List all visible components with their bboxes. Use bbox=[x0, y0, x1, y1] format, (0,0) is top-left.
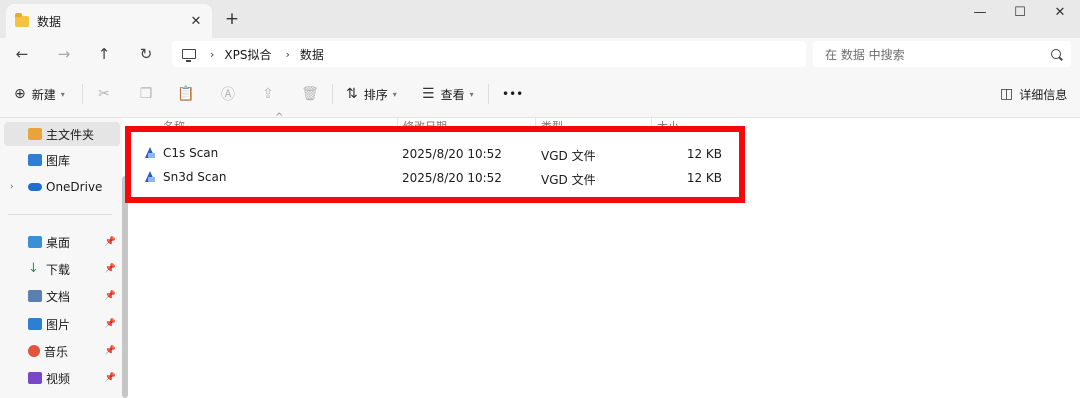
plus-circle-icon: ⊕ bbox=[14, 86, 26, 102]
download-icon: ↓ bbox=[28, 261, 39, 276]
chevron-down-icon: ▾ bbox=[60, 89, 65, 99]
sort-ascending-icon: ^ bbox=[275, 112, 284, 123]
sidebar-item-label: 主文件夹 bbox=[46, 127, 95, 142]
details-pane-icon: ◫ bbox=[1000, 86, 1014, 102]
forward-button[interactable]: → bbox=[52, 42, 76, 66]
new-tab-button[interactable]: + bbox=[222, 9, 242, 29]
breadcrumb-xps[interactable]: XPS拟合 bbox=[224, 46, 271, 63]
divider bbox=[488, 84, 489, 104]
folder-icon bbox=[15, 12, 29, 27]
sidebar-item-documents[interactable]: 文档 📌 bbox=[4, 284, 120, 308]
pin-icon[interactable]: 📌 bbox=[105, 319, 116, 329]
sidebar-scrollbar[interactable] bbox=[122, 176, 128, 398]
desktop-icon bbox=[28, 236, 42, 248]
picture-icon bbox=[28, 318, 42, 330]
breadcrumb-data[interactable]: 数据 bbox=[300, 46, 324, 63]
search-input[interactable]: 在 数据 中搜索 bbox=[813, 41, 1071, 67]
view-label: 查看 bbox=[440, 87, 465, 102]
address-bar[interactable]: › XPS拟合 › 数据 bbox=[172, 41, 806, 67]
details-label: 详细信息 bbox=[1019, 87, 1068, 102]
navigation-pane: 主文件夹 图库 › OneDrive 桌面 📌 ↓ 下载 📌 文档 📌 图片 📌… bbox=[0, 118, 122, 398]
video-icon bbox=[28, 372, 42, 384]
new-button[interactable]: ⊕ 新建 ▾ bbox=[14, 82, 65, 106]
gallery-icon bbox=[28, 154, 42, 166]
sidebar-item-videos[interactable]: 视频 📌 bbox=[4, 366, 120, 390]
sidebar-item-label: 下载 bbox=[46, 262, 71, 277]
close-window-button[interactable]: ✕ bbox=[1040, 0, 1080, 24]
up-button[interactable]: ↑ bbox=[92, 42, 116, 66]
cut-icon[interactable]: ✂ bbox=[94, 84, 114, 104]
sort-button[interactable]: ⇅ 排序 ▾ bbox=[346, 82, 397, 106]
minimize-button[interactable]: — bbox=[960, 0, 1000, 24]
navigation-bar: ← → ↑ ↻ › XPS拟合 › 数据 在 数据 中搜索 bbox=[0, 38, 1080, 70]
search-icon bbox=[1051, 49, 1061, 59]
sidebar-item-downloads[interactable]: ↓ 下载 📌 bbox=[4, 257, 120, 281]
home-icon bbox=[28, 128, 42, 140]
document-icon bbox=[28, 290, 42, 302]
sidebar-item-label: 音乐 bbox=[44, 344, 69, 359]
title-bar: 数据 ✕ + — ☐ ✕ bbox=[0, 0, 1080, 38]
share-icon[interactable]: ⇪ bbox=[258, 84, 278, 104]
sort-label: 排序 bbox=[363, 87, 388, 102]
view-button[interactable]: ☰ 查看 ▾ bbox=[422, 82, 474, 106]
pin-icon[interactable]: 📌 bbox=[105, 346, 116, 356]
rename-icon[interactable]: Ⓐ bbox=[218, 84, 238, 104]
maximize-button[interactable]: ☐ bbox=[1000, 0, 1040, 24]
details-pane-button[interactable]: ◫ 详细信息 bbox=[1000, 82, 1067, 106]
sidebar-item-label: 文档 bbox=[46, 289, 71, 304]
sidebar-item-label: 视频 bbox=[46, 371, 71, 386]
paste-icon[interactable]: 📋 bbox=[176, 84, 196, 104]
music-icon bbox=[28, 345, 40, 357]
sidebar-item-gallery[interactable]: 图库 bbox=[4, 148, 120, 172]
chevron-right-icon: › bbox=[210, 47, 215, 61]
cloud-icon bbox=[28, 183, 42, 191]
back-button[interactable]: ← bbox=[10, 42, 34, 66]
sidebar-item-onedrive[interactable]: OneDrive bbox=[4, 175, 120, 199]
delete-icon[interactable]: 🗑 bbox=[300, 84, 320, 104]
this-pc-icon bbox=[182, 49, 196, 62]
chevron-down-icon: ▾ bbox=[392, 89, 397, 99]
more-options-button[interactable]: ••• bbox=[502, 82, 523, 106]
sidebar-item-label: 图片 bbox=[46, 317, 71, 332]
sidebar-item-label: 桌面 bbox=[46, 235, 71, 250]
pin-icon[interactable]: 📌 bbox=[105, 291, 116, 301]
pin-icon[interactable]: 📌 bbox=[105, 373, 116, 383]
sidebar-item-label: 图库 bbox=[46, 153, 71, 168]
divider bbox=[332, 84, 333, 104]
chevron-right-icon: › bbox=[285, 47, 290, 61]
tab-close-icon[interactable]: ✕ bbox=[186, 11, 206, 31]
divider bbox=[82, 84, 83, 104]
sidebar-item-desktop[interactable]: 桌面 📌 bbox=[4, 230, 120, 254]
sidebar-divider bbox=[8, 214, 112, 215]
command-bar: ⊕ 新建 ▾ ✂ ❐ 📋 Ⓐ ⇪ 🗑 ⇅ 排序 ▾ ☰ 查看 ▾ ••• ◫ 详… bbox=[0, 70, 1080, 118]
chevron-down-icon: ▾ bbox=[469, 89, 474, 99]
view-lines-icon: ☰ bbox=[422, 86, 435, 102]
pin-icon[interactable]: 📌 bbox=[105, 264, 116, 274]
sort-icon: ⇅ bbox=[346, 86, 358, 102]
highlight-box bbox=[125, 126, 745, 203]
pin-icon[interactable]: 📌 bbox=[105, 237, 116, 247]
sidebar-item-pictures[interactable]: 图片 📌 bbox=[4, 312, 120, 336]
search-placeholder: 在 数据 中搜索 bbox=[825, 47, 905, 62]
new-label: 新建 bbox=[31, 87, 56, 102]
tab-data[interactable]: 数据 ✕ bbox=[6, 4, 212, 38]
tab-title: 数据 bbox=[37, 14, 62, 29]
copy-icon[interactable]: ❐ bbox=[136, 84, 156, 104]
refresh-button[interactable]: ↻ bbox=[134, 42, 158, 66]
sidebar-item-label: OneDrive bbox=[46, 180, 103, 194]
sidebar-item-music[interactable]: 音乐 📌 bbox=[4, 339, 120, 363]
sidebar-item-home[interactable]: 主文件夹 bbox=[4, 122, 120, 146]
